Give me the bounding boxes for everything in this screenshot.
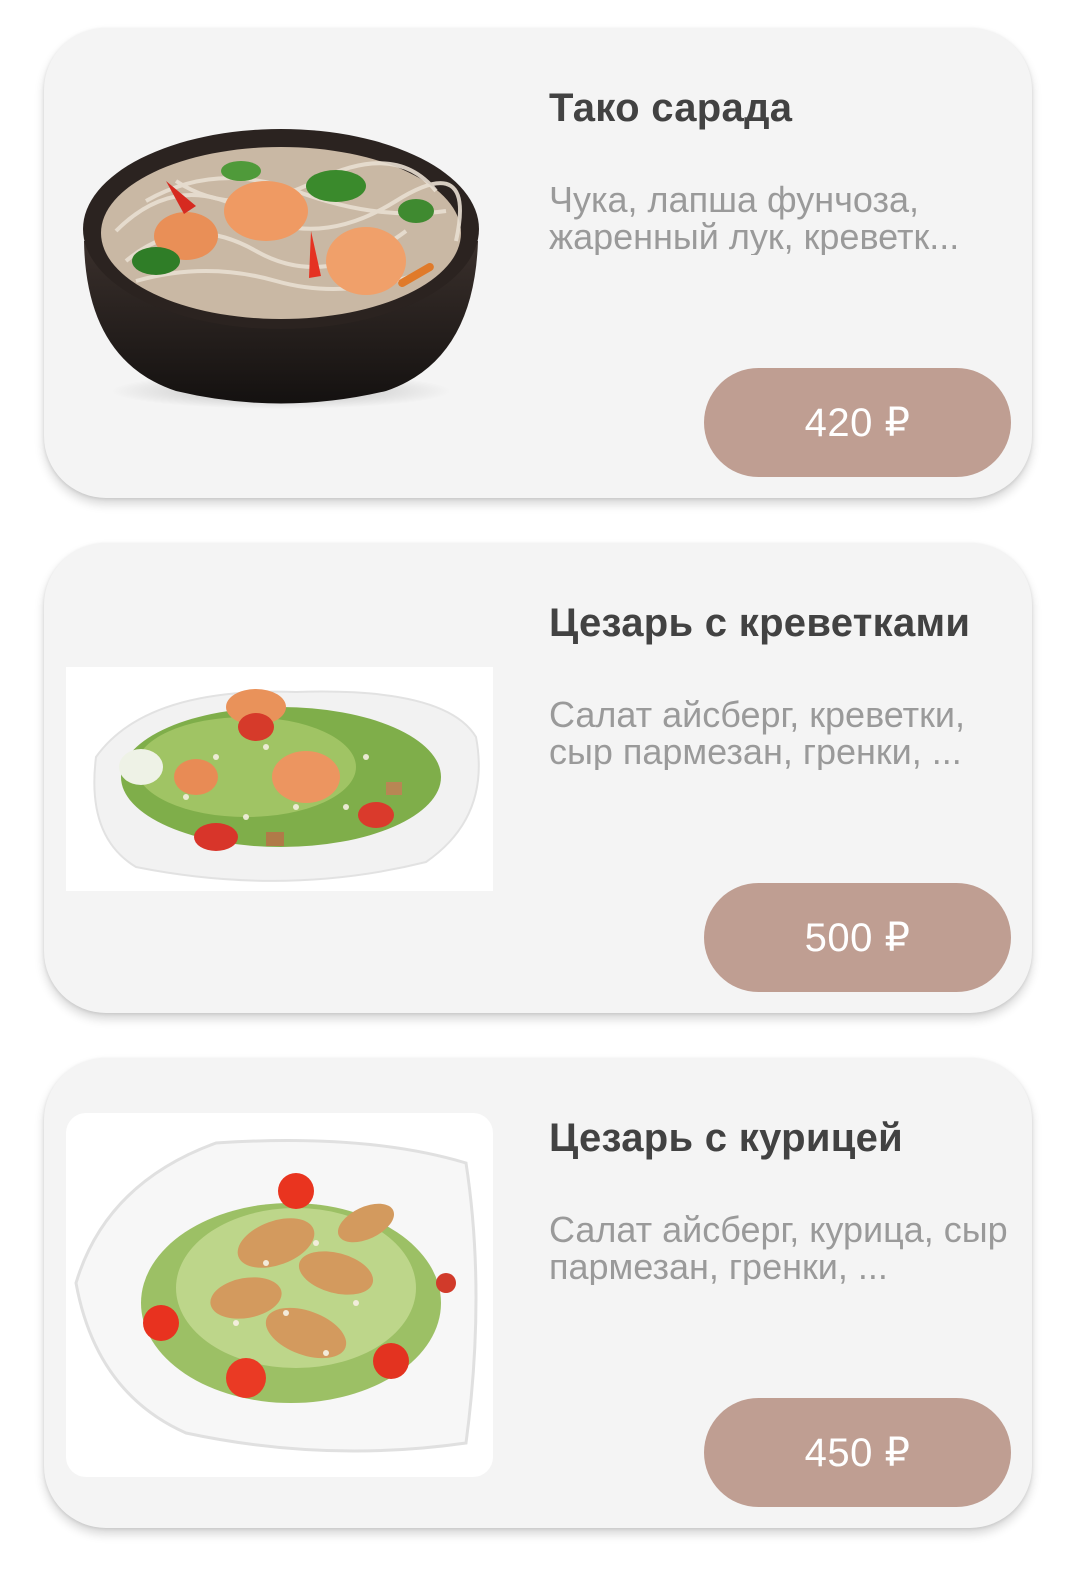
- menu-item-card[interactable]: Тако сарада Чука, лапша фунчоза, жаренны…: [44, 28, 1032, 498]
- price-button[interactable]: 420 ₽: [704, 368, 1011, 477]
- menu-item-description: Чука, лапша фунчоза, жаренный лук, креве…: [549, 181, 960, 255]
- menu-item-title: Цезарь с курицей: [549, 1116, 904, 1160]
- menu-item-list: Тако сарада Чука, лапша фунчоза, жаренны…: [0, 0, 1080, 1573]
- menu-item-title: Тако сарада: [549, 86, 793, 130]
- menu-item-title: Цезарь с креветками: [549, 601, 971, 645]
- price-button[interactable]: 450 ₽: [704, 1398, 1011, 1507]
- caesar-shrimp-salad-image: [66, 667, 493, 891]
- price-button[interactable]: 500 ₽: [704, 883, 1011, 992]
- menu-item-description: Салат айсберг, курица, сыр пармезан, гре…: [549, 1211, 1008, 1285]
- noodle-bowl-shrimp-image: [66, 111, 493, 419]
- caesar-chicken-salad-image: [66, 1113, 493, 1477]
- menu-item-description: Салат айсберг, креветки, сыр пармезан, г…: [549, 696, 965, 770]
- menu-item-card[interactable]: Цезарь с курицей Салат айсберг, курица, …: [44, 1058, 1032, 1528]
- menu-item-card[interactable]: Цезарь с креветками Салат айсберг, креве…: [44, 543, 1032, 1013]
